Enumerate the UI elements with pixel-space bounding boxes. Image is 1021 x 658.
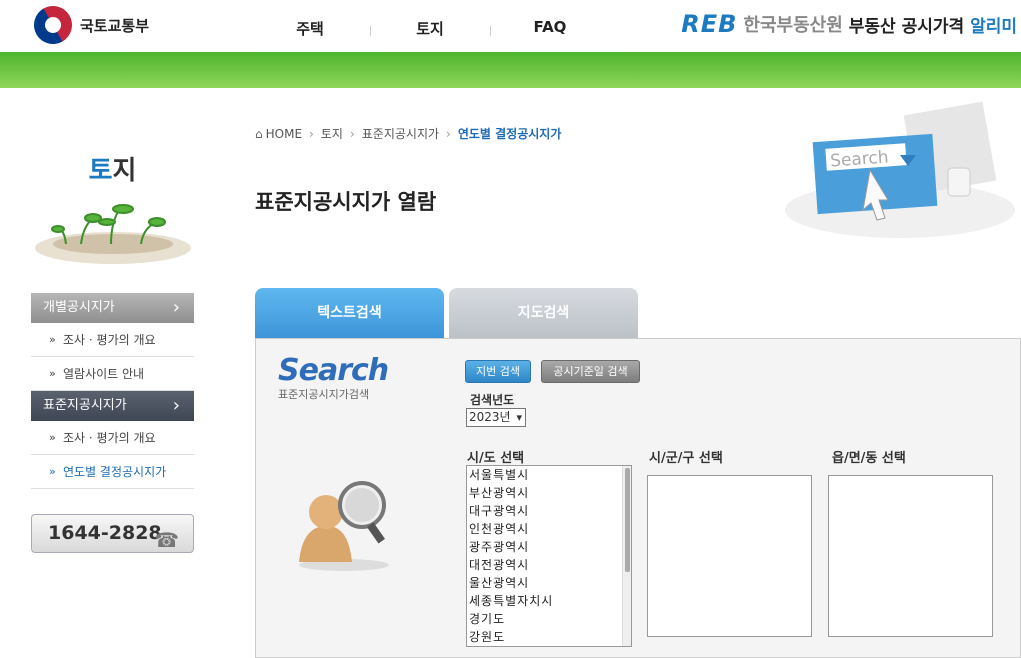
- list-item[interactable]: 부산광역시: [467, 484, 631, 502]
- nav-faq[interactable]: FAQ: [490, 18, 610, 39]
- breadcrumb-land[interactable]: 토지: [321, 125, 343, 142]
- scrollbar[interactable]: [622, 466, 631, 646]
- sidebar-subitem-yearly-price[interactable]: 연도별 결정공시지가: [31, 455, 194, 489]
- phone-number: 1644-2828: [48, 522, 162, 544]
- phone-banner: 1644-2828 ☎: [31, 514, 194, 553]
- deco-search-text: Search: [830, 147, 890, 171]
- ministry-name: 국토교통부: [80, 16, 150, 35]
- brand-service: 부동산 공시가격 알리미: [848, 16, 1017, 37]
- breadcrumb-home[interactable]: HOME: [266, 127, 302, 141]
- list-item[interactable]: 울산광역시: [467, 574, 631, 592]
- breadcrumb: ⌂ HOME › 토지 › 표준지공시지가 › 연도별 결정공시지가: [255, 125, 561, 142]
- list-item[interactable]: 대구광역시: [467, 502, 631, 520]
- nav-housing[interactable]: 주택: [250, 18, 370, 39]
- home-icon: ⌂: [255, 126, 263, 141]
- lot-search-button[interactable]: 지번 검색: [465, 360, 531, 383]
- list-item[interactable]: 광주광역시: [467, 538, 631, 556]
- brand-org: 한국부동산원: [743, 15, 843, 36]
- breadcrumb-current: 연도별 결정공시지가: [457, 127, 562, 141]
- chevron-right-icon: ›: [349, 126, 355, 141]
- list-item[interactable]: 서울특별시: [467, 466, 631, 484]
- sigungu-listbox[interactable]: [647, 475, 812, 637]
- dong-label: 읍/면/동 선택: [832, 451, 906, 466]
- ministry-logo[interactable]: 국토교통부: [27, 0, 150, 51]
- sido-label: 시/도 선택: [467, 451, 525, 466]
- reb-logo: REB: [681, 10, 738, 38]
- chevron-right-icon: ›: [309, 126, 314, 141]
- green-banner: [0, 52, 1021, 88]
- year-label: 검색년도: [470, 393, 515, 407]
- year-select[interactable]: 2023년: [466, 408, 526, 427]
- section-title: 토지: [88, 156, 137, 186]
- search-tabs: 텍스트검색 지도검색: [255, 288, 638, 338]
- sidebar-subitem-overview[interactable]: 조사 · 평가의 개요: [31, 323, 194, 357]
- sidebar-subitem-site-guide[interactable]: 열람사이트 안내: [31, 357, 194, 391]
- breadcrumb-standard[interactable]: 표준지공시지가: [362, 125, 439, 142]
- sidebar-subitem-overview-2[interactable]: 조사 · 평가의 개요: [31, 421, 194, 455]
- taegeuk-icon: [27, 0, 79, 51]
- tab-map-search[interactable]: 지도검색: [449, 288, 638, 338]
- reference-date-search-button[interactable]: 공시기준일 검색: [541, 360, 640, 383]
- search-logo: Search 표준지공시지가검색: [278, 353, 389, 402]
- list-item[interactable]: 경기도: [467, 610, 631, 628]
- list-item[interactable]: 강원도: [467, 628, 631, 646]
- header: 국토교통부 주택 토지 FAQ REB 한국부동산원 부동산 공시가격 알리미: [0, 0, 1021, 52]
- side-nav: 개별공시지가 조사 · 평가의 개요 열람사이트 안내 표준지공시지가 조사 ·…: [31, 293, 194, 489]
- search-logo-title: Search: [278, 353, 389, 388]
- search-illustration: Search: [785, 101, 1015, 238]
- brand-logo[interactable]: REB 한국부동산원 부동산 공시가격 알리미: [681, 10, 1017, 38]
- telephone-icon: ☎: [154, 528, 179, 552]
- sido-listbox[interactable]: 서울특별시 부산광역시 대구광역시 인천광역시 광주광역시 대전광역시 울산광역…: [466, 465, 632, 647]
- person-magnifier-icon: [299, 481, 389, 571]
- sidebar-item-standard-price[interactable]: 표준지공시지가: [31, 391, 194, 421]
- list-item[interactable]: 세종특별자치시: [467, 592, 631, 610]
- list-item[interactable]: 대전광역시: [467, 556, 631, 574]
- sprout-illustration: [35, 204, 191, 264]
- tab-text-search[interactable]: 텍스트검색: [255, 288, 444, 338]
- sigungu-label: 시/군/구 선택: [649, 451, 723, 466]
- list-item[interactable]: 인천광역시: [467, 520, 631, 538]
- search-logo-subtitle: 표준지공시지가검색: [278, 388, 370, 401]
- page-title: 표준지공시지가 열람: [255, 190, 437, 214]
- dong-listbox[interactable]: [828, 475, 993, 637]
- sidebar-item-individual-price[interactable]: 개별공시지가: [31, 293, 194, 323]
- search-panel: Search 표준지공시지가검색 지번 검색 공시기준일 검색 검색년도 202…: [255, 338, 1021, 658]
- main-nav: 주택 토지 FAQ: [250, 18, 610, 39]
- nav-land[interactable]: 토지: [370, 18, 490, 39]
- chevron-right-icon: ›: [446, 126, 451, 141]
